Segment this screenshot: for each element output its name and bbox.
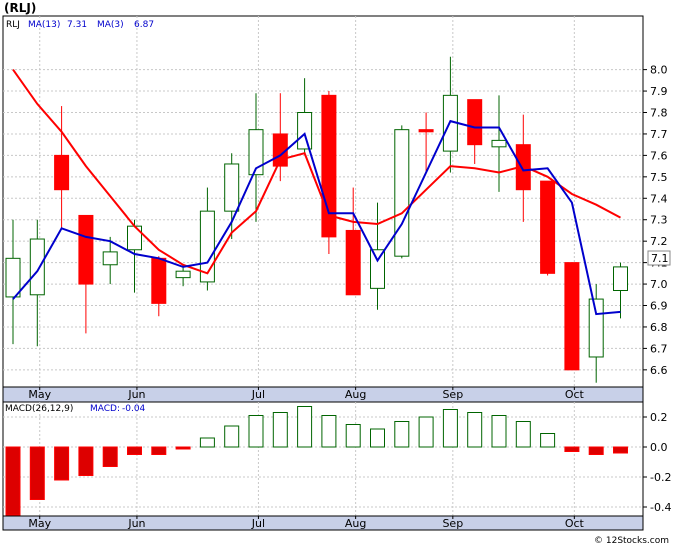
x-tick-label: Oct	[565, 517, 585, 530]
macd-bar-negative	[564, 446, 580, 452]
price-tick-label: 8.0	[650, 64, 668, 77]
candle-body-down	[345, 229, 361, 296]
macd-bar-negative	[5, 446, 21, 516]
macd-bar-negative	[29, 446, 45, 500]
candle-body-up	[102, 251, 118, 266]
legend-ma3-value: 6.87	[134, 20, 154, 30]
macd-bar-positive	[297, 406, 313, 448]
symbol-tag: RLJ	[6, 20, 20, 30]
candle	[321, 91, 337, 255]
candle-body-up	[5, 257, 21, 298]
price-tick-label: 7.2	[650, 235, 668, 248]
price-tick-label: 6.6	[650, 364, 668, 377]
price-tick-label: 7.4	[650, 192, 668, 205]
macd-bar-positive	[394, 421, 410, 448]
macd-x-axis-band: May Jun Jul Aug Sep Oct	[2, 515, 644, 531]
candle-body-up	[224, 163, 240, 212]
price-tick-label: 7.5	[650, 171, 668, 184]
legend-ma3-label: MA(3)	[97, 20, 124, 30]
candle-body-down	[540, 180, 556, 274]
price-tick-label: 6.9	[650, 300, 668, 313]
stock-chart: 8.0 7.9 7.8 7.7 7.6 7.5 7.4 7.3 7.2 7.1 7.0 6.9 6.8 6…	[2, 1, 671, 546]
macd-y-ticks: 0.2 0.0 -0.2 -0.4	[643, 411, 671, 514]
macd-panel: 0.2 0.0 -0.2 -0.4 MACD(26,12,9) MACD: -0.04	[2, 401, 671, 517]
candle-body-up	[175, 270, 191, 279]
candle-body-up	[394, 129, 410, 257]
x-tick-label: Jun	[127, 517, 145, 530]
macd-bar-negative	[588, 446, 604, 455]
macd-bar-positive	[272, 412, 288, 448]
macd-bar-positive	[540, 433, 556, 448]
price-tick-label: 7.0	[650, 278, 668, 291]
x-tick-label: May	[28, 517, 51, 530]
candle-body-down	[151, 257, 167, 304]
macd-bar-positive	[491, 415, 507, 448]
candle-body-up	[297, 112, 313, 150]
candle-body-up	[370, 249, 385, 289]
watermark: © 12Stocks.com	[594, 536, 669, 546]
price-tick-label: 7.7	[650, 128, 668, 141]
macd-bar-positive	[321, 415, 337, 448]
price-tick-label: 6.8	[650, 321, 668, 334]
x-tick-label: Jul	[251, 517, 265, 530]
legend-ma13-value: 7.31	[67, 20, 87, 30]
price-tick-label: 7.6	[650, 149, 668, 162]
price-x-axis-band-bg	[2, 386, 644, 403]
candle-body-up	[29, 238, 45, 296]
macd-title: MACD(26,12,9)	[5, 404, 73, 414]
macd-bar-negative	[151, 446, 167, 455]
macd-bar-negative	[54, 446, 70, 481]
macd-tick-label: -0.4	[650, 501, 671, 514]
price-y-ticks: 8.0 7.9 7.8 7.7 7.6 7.5 7.4 7.3 7.2 7.1 7.0 6.9 6.8 6…	[643, 64, 668, 377]
macd-tick-label: 0.0	[650, 441, 668, 454]
legend-ma13-label: MA(13)	[28, 20, 60, 30]
macd-bar-positive	[199, 437, 215, 448]
macd-bar-positive	[345, 424, 361, 448]
x-tick-label: Oct	[565, 388, 585, 401]
macd-tick-label: 0.2	[650, 411, 668, 424]
macd-bar-positive	[442, 409, 458, 448]
candle	[540, 180, 556, 276]
candle-body-up	[491, 139, 507, 148]
macd-bar-negative	[127, 446, 142, 455]
candle-body-down	[78, 214, 94, 285]
macd-legend-label: MACD:	[90, 404, 120, 414]
macd-bar-positive	[224, 425, 240, 448]
price-x-axis-band: May Jun Jul Aug Sep Oct	[2, 386, 644, 403]
candle-body-up	[613, 266, 628, 291]
macd-bar-positive	[515, 421, 531, 448]
macd-bar-negative	[102, 446, 118, 467]
price-tick-label: 7.3	[650, 214, 668, 227]
price-tick-label: 7.9	[650, 85, 668, 98]
x-tick-label: Sep	[442, 388, 463, 401]
macd-bar-negative	[78, 446, 94, 476]
candle	[564, 262, 580, 371]
chart-title: (RLJ)	[4, 1, 36, 15]
x-tick-label: Aug	[345, 388, 366, 401]
macd-tick-label: -0.2	[650, 471, 671, 484]
candle-body-up	[588, 298, 604, 358]
x-tick-label: Jul	[251, 388, 265, 401]
candle-body-down	[54, 154, 70, 191]
candle-body-down	[467, 99, 483, 146]
macd-x-axis-band-bg	[2, 515, 644, 531]
candle-body-down	[564, 262, 580, 371]
candle-body-down	[418, 129, 434, 133]
price-tick-label: 6.7	[650, 342, 668, 355]
macd-bar-positive	[248, 415, 264, 448]
macd-bar-negative	[175, 446, 191, 450]
macd-bar-positive	[418, 416, 434, 448]
macd-legend-value: -0.04	[122, 404, 146, 414]
macd-bar-positive	[370, 428, 385, 448]
x-tick-label: May	[28, 388, 51, 401]
candle	[394, 125, 410, 259]
x-tick-label: Aug	[345, 517, 366, 530]
x-tick-label: Jun	[127, 388, 145, 401]
macd-bar-positive	[467, 412, 483, 448]
last-price-label: 7.1	[651, 252, 669, 265]
price-panel: 8.0 7.9 7.8 7.7 7.6 7.5 7.4 7.3 7.2 7.1 7.0 6.9 6.8 6…	[2, 1, 671, 388]
price-tick-label: 7.8	[650, 107, 668, 120]
macd-bar-negative	[613, 446, 628, 454]
x-tick-label: Sep	[442, 517, 463, 530]
